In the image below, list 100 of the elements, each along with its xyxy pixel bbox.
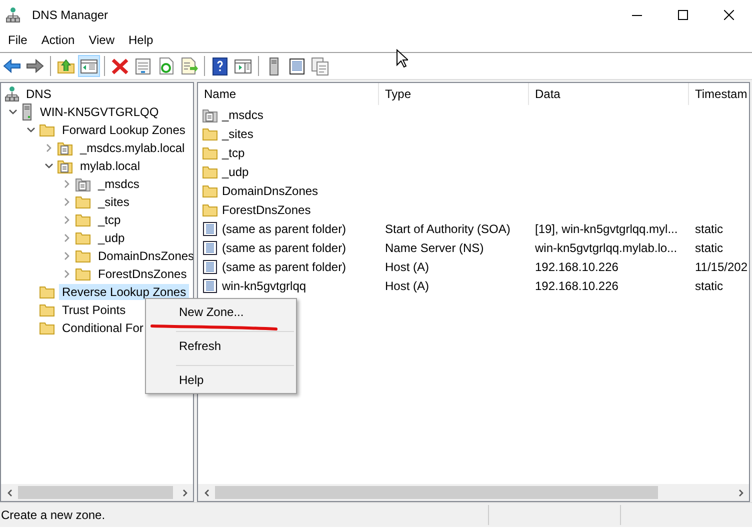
- expand-chevron-icon[interactable]: [63, 198, 71, 206]
- table-cell: Start of Authority (SOA): [385, 222, 510, 236]
- folder-icon: [39, 321, 55, 335]
- export-icon: [179, 56, 199, 76]
- collapse-chevron-icon[interactable]: [45, 162, 53, 170]
- tree-item[interactable]: _msdcs: [95, 176, 142, 192]
- zone-icon: [75, 176, 91, 192]
- list-item[interactable]: win-kn5gvtgrlqq: [222, 278, 306, 292]
- scroll-left-icon[interactable]: [6, 488, 14, 496]
- list-item[interactable]: _sites: [222, 126, 254, 140]
- menu-item[interactable]: New Zone...: [146, 301, 296, 323]
- tree-toggle-button[interactable]: [78, 55, 100, 77]
- table-cell: static: [695, 222, 724, 236]
- network-icon: [5, 86, 19, 102]
- record-icon: [202, 258, 218, 274]
- scroll-right-icon[interactable]: [180, 488, 188, 496]
- back-icon: [2, 56, 22, 76]
- zone-icon: [57, 158, 73, 174]
- folder-icon: [75, 213, 91, 227]
- tree-item[interactable]: _msdcs.mylab.local: [77, 140, 188, 156]
- horizontal-scrollbar[interactable]: [1, 484, 193, 501]
- table-cell: static: [695, 240, 724, 254]
- column-header[interactable]: Name: [198, 83, 379, 105]
- list-item[interactable]: _tcp: [222, 146, 245, 160]
- table-cell: Host (A): [385, 278, 430, 292]
- tree-item[interactable]: _sites: [95, 194, 132, 210]
- network-icon: [6, 7, 20, 23]
- copy-icon: [310, 56, 330, 76]
- server-icon: [21, 103, 33, 121]
- tree-item[interactable]: Reverse Lookup Zones: [59, 284, 190, 300]
- record-icon: [202, 220, 218, 236]
- menu-item[interactable]: File: [1, 31, 34, 49]
- folder-icon: [202, 146, 218, 160]
- table-cell: 192.168.10.226: [535, 260, 618, 274]
- folder-icon: [75, 195, 91, 209]
- table-cell: 11/15/202: [695, 260, 748, 274]
- tree-item[interactable]: Forward Lookup Zones: [59, 122, 188, 138]
- expand-chevron-icon[interactable]: [63, 270, 71, 278]
- record-icon: [202, 240, 218, 256]
- folder-icon: [75, 267, 91, 281]
- tree-item[interactable]: _tcp: [95, 212, 124, 228]
- tree-item[interactable]: WIN-KN5GVTGRLQQ: [37, 104, 162, 120]
- list-item[interactable]: DomainDnsZones: [222, 184, 318, 198]
- tree-item[interactable]: ForestDnsZones: [95, 266, 190, 282]
- expand-chevron-icon[interactable]: [63, 252, 71, 260]
- expand-chevron-icon[interactable]: [63, 180, 71, 188]
- folder-icon: [39, 285, 55, 299]
- folder-icon: [75, 249, 91, 263]
- close-icon: [724, 10, 734, 20]
- properties-icon: [133, 56, 153, 76]
- table-cell: 192.168.10.226: [535, 278, 618, 292]
- column-header[interactable]: Timestam: [689, 83, 749, 105]
- tree-item[interactable]: Trust Points: [59, 302, 129, 318]
- help-icon: [210, 56, 230, 76]
- scroll-left-icon[interactable]: [202, 488, 210, 496]
- collapse-chevron-icon[interactable]: [9, 108, 17, 116]
- tree-item[interactable]: DNS: [23, 86, 54, 102]
- folder-icon: [39, 123, 55, 137]
- window-title: DNS Manager: [32, 8, 110, 22]
- table-cell: win-kn5gvtgrlqq.mylab.lo...: [535, 240, 678, 254]
- collapse-chevron-icon[interactable]: [27, 126, 35, 134]
- status-text: Create a new zone.: [0, 508, 106, 522]
- list-item[interactable]: _msdcs: [222, 108, 264, 122]
- tree-item[interactable]: _udp: [95, 230, 128, 246]
- table-cell: Host (A): [385, 260, 430, 274]
- tree-item[interactable]: Conditional For: [59, 320, 146, 336]
- folder-icon: [202, 202, 218, 216]
- scroll-right-icon[interactable]: [736, 488, 744, 496]
- folder-icon: [39, 303, 55, 317]
- menu-item[interactable]: View: [82, 31, 122, 49]
- column-header[interactable]: Data: [529, 83, 689, 105]
- tree-item[interactable]: mylab.local: [77, 158, 144, 174]
- zone-icon: [57, 140, 73, 156]
- horizontal-scrollbar[interactable]: [198, 484, 749, 501]
- list-item[interactable]: (same as parent folder): [222, 260, 346, 274]
- table-cell: [19], win-kn5gvtgrlqq.myl...: [535, 222, 678, 236]
- maximize-icon: [678, 10, 688, 20]
- folder-icon: [202, 184, 218, 198]
- expand-chevron-icon[interactable]: [45, 144, 53, 152]
- list-icon: [287, 56, 307, 76]
- delete-icon: [110, 56, 130, 76]
- menu-item[interactable]: Refresh: [146, 335, 296, 357]
- folder-icon: [202, 126, 218, 140]
- zone-icon: [202, 106, 218, 122]
- expand-chevron-icon[interactable]: [63, 234, 71, 242]
- record-icon: [202, 278, 218, 294]
- folder-icon: [75, 231, 91, 245]
- menu-item[interactable]: Help: [122, 31, 160, 49]
- expand-chevron-icon[interactable]: [63, 216, 71, 224]
- menu-item[interactable]: Action: [34, 31, 82, 49]
- table-cell: static: [695, 278, 724, 292]
- forward-icon: [25, 56, 45, 76]
- list-item[interactable]: (same as parent folder): [222, 240, 346, 254]
- list-item[interactable]: ForestDnsZones: [222, 202, 311, 216]
- table-cell: Name Server (NS): [385, 240, 484, 254]
- column-header[interactable]: Type: [379, 83, 529, 105]
- list-item[interactable]: _udp: [222, 164, 249, 178]
- menu-item[interactable]: Help: [146, 369, 296, 391]
- folder-icon: [202, 164, 218, 178]
- list-item[interactable]: (same as parent folder): [222, 222, 346, 236]
